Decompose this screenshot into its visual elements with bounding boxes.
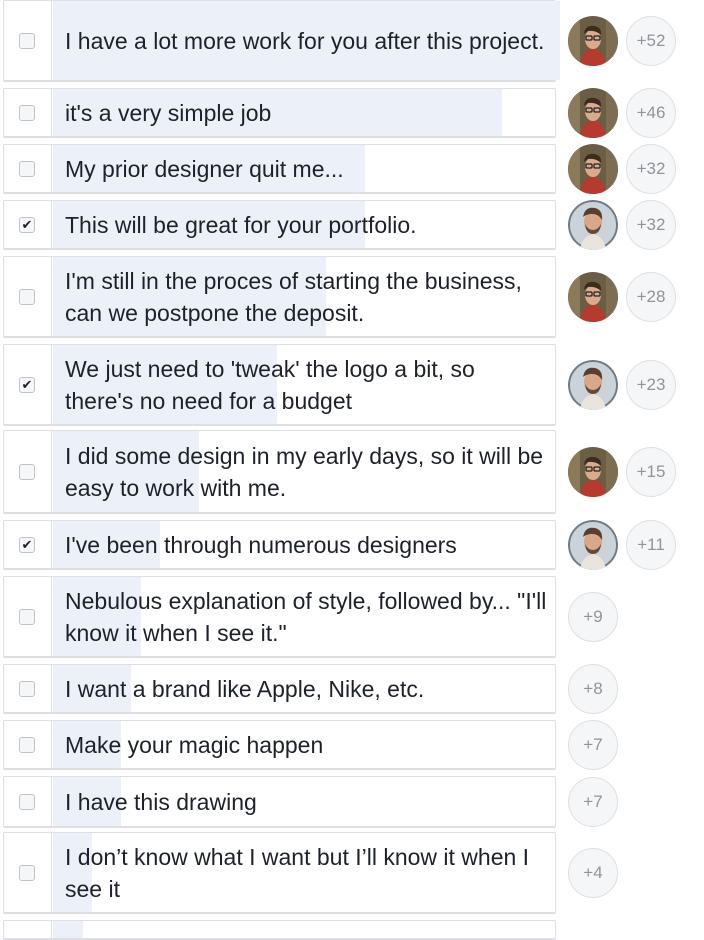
vote-count-badge[interactable]: +23 [626,360,676,410]
checkbox[interactable] [19,681,35,697]
option-text: Make your magic happen [65,732,324,758]
vote-count-badge[interactable]: +32 [626,200,676,250]
avatar-bearded-man[interactable] [568,200,618,250]
poll-option-row[interactable]: I did some design in my early days, so i… [3,430,558,514]
option-text: I've been through numerous designers [65,532,457,558]
poll-option-row[interactable]: ✔ I've been through numerous designers [3,520,558,570]
option-text: We just need to 'tweak' the logo a bit, … [65,356,475,414]
vote-count-badge[interactable]: +7 [568,720,618,770]
option-text: it's a very simple job [65,100,272,126]
poll-option-row[interactable]: I have this drawing [3,776,558,828]
checkbox[interactable] [19,289,35,305]
avatar-man-with-glasses[interactable] [568,447,618,497]
vote-count-badge[interactable]: +7 [568,777,618,827]
avatar-bearded-man[interactable] [568,360,618,410]
poll-option-row[interactable]: I don’t know what I want but I’ll know i… [3,832,558,914]
checked-checkbox[interactable]: ✔ [19,377,35,393]
option-text: I have this drawing [65,789,257,815]
checked-checkbox[interactable]: ✔ [19,537,35,553]
option-text: I want a brand like Apple, Nike, etc. [65,676,425,702]
vote-count-badge[interactable]: +32 [626,144,676,194]
checked-checkbox[interactable]: ✔ [19,217,35,233]
checkbox[interactable] [19,609,35,625]
poll-option-row[interactable]: I have a lot more work for you after thi… [3,0,560,82]
option-frame [3,920,556,940]
checkbox[interactable] [19,33,35,49]
poll-option-row[interactable]: My prior designer quit me... [3,144,558,194]
checkbox[interactable] [19,105,35,121]
avatar-man-with-glasses[interactable] [568,144,618,194]
option-text: I have a lot more work for you after thi… [65,28,545,54]
poll-option-row[interactable]: I want a brand like Apple, Nike, etc. [3,664,558,714]
poll-option-row[interactable]: ✔ We just need to 'tweak' the logo a bit,… [3,344,558,426]
checkbox[interactable] [19,794,35,810]
poll-option-row-partial [3,920,558,940]
vote-count-badge[interactable]: +11 [626,520,676,570]
avatar-man-with-glasses[interactable] [568,16,618,66]
checkbox-cell [3,920,52,940]
option-text: I'm still in the proces of starting the … [65,268,522,326]
option-text: This will be great for your portfolio. [65,212,417,238]
vote-count-badge[interactable]: +9 [568,592,618,642]
vote-count-badge[interactable]: +4 [568,848,618,898]
avatar-bearded-man[interactable] [568,520,618,570]
option-text: Nebulous explanation of style, followed … [65,588,547,646]
checkbox[interactable] [19,464,35,480]
vote-count-badge[interactable]: +52 [626,16,676,66]
avatar-man-with-glasses[interactable] [568,88,618,138]
poll-option-row[interactable]: Nebulous explanation of style, followed … [3,576,558,658]
checkbox[interactable] [19,161,35,177]
option-text: I did some design in my early days, so i… [65,443,544,501]
checkbox[interactable] [19,865,35,881]
poll-option-row[interactable]: it's a very simple job [3,88,558,138]
option-text: My prior designer quit me... [65,156,344,182]
vote-count-badge[interactable]: +15 [626,447,676,497]
avatar-man-with-glasses[interactable] [568,272,618,322]
checkbox[interactable] [19,737,35,753]
poll-option-row[interactable]: ✔ This will be great for your portfolio. [3,200,558,250]
vote-count-badge[interactable]: +46 [626,88,676,138]
vote-count-badge[interactable]: +28 [626,272,676,322]
option-text: I don’t know what I want but I’ll know i… [65,844,530,902]
vote-share-bar [53,921,83,938]
vote-count-badge[interactable]: +8 [568,664,618,714]
poll-option-row[interactable]: I'm still in the proces of starting the … [3,256,558,338]
poll-option-row[interactable]: Make your magic happen [3,720,558,770]
